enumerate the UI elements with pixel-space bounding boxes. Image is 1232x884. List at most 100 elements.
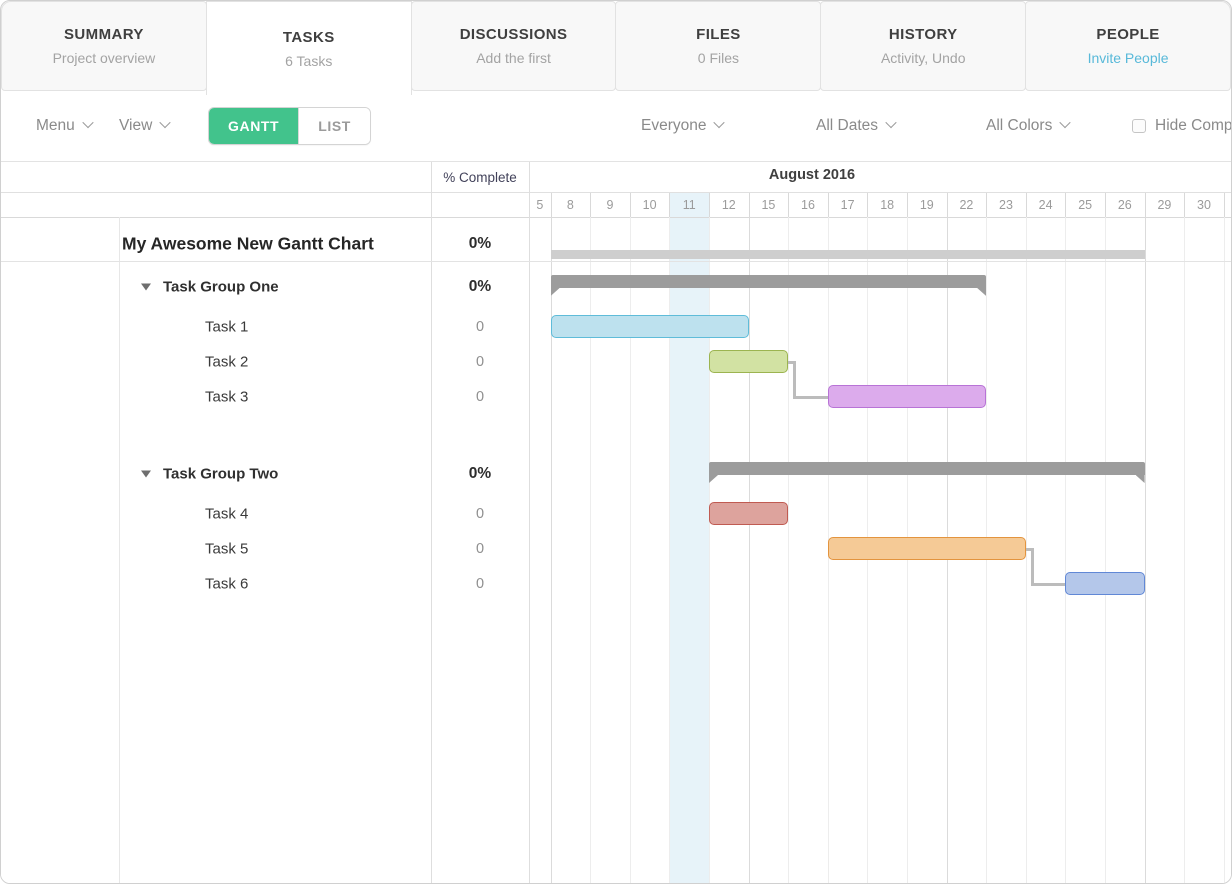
group-summary-bar[interactable] <box>551 275 987 288</box>
day-header-separator <box>1026 193 1027 217</box>
today-column-highlight <box>669 192 709 884</box>
tab-files[interactable]: FILES 0 Files <box>615 1 821 91</box>
day-header-11: 11 <box>669 193 709 217</box>
task-bar-task-3[interactable] <box>828 385 986 408</box>
day-header-separator <box>1224 193 1225 217</box>
tab-tasks[interactable]: TASKS 6 Tasks <box>206 1 412 95</box>
hide-completed-control: Hide Completed <box>1132 117 1232 135</box>
collapse-group-icon[interactable] <box>141 284 151 291</box>
task-label: Task 2 <box>205 354 248 371</box>
view-dropdown[interactable]: View <box>119 117 169 135</box>
tab-summary[interactable]: SUMMARY Project overview <box>1 1 207 91</box>
day-header-8: 8 <box>551 193 591 217</box>
tab-people[interactable]: PEOPLE Invite People <box>1025 1 1231 91</box>
view-mode-toggle: GANTT LIST <box>208 107 371 145</box>
percent-complete-header: % Complete <box>431 162 529 192</box>
day-gridline <box>1026 217 1027 884</box>
day-header-separator <box>1105 193 1106 217</box>
task-bar-task-1[interactable] <box>551 315 749 338</box>
group-label: Task Group Two <box>163 466 278 483</box>
toolbar: Menu View GANTT LIST Everyone All Dates … <box>1 91 1231 161</box>
group-bracket-right <box>977 288 986 296</box>
day-gridline <box>1105 217 1106 884</box>
day-gridline <box>788 217 789 884</box>
view-dropdown-label: View <box>119 117 152 135</box>
collapse-group-icon[interactable] <box>141 471 151 478</box>
weekend-gridline <box>749 217 750 884</box>
day-header-separator <box>986 193 987 217</box>
day-header-separator <box>907 193 908 217</box>
hide-completed-checkbox[interactable] <box>1132 119 1146 133</box>
tab-people-invite-link[interactable]: Invite People <box>1088 50 1169 66</box>
day-header-separator <box>590 193 591 217</box>
day-header-separator <box>1145 193 1146 217</box>
group-label: Task Group One <box>163 279 279 296</box>
dependency-connector-horizontal <box>793 396 828 399</box>
tab-people-label: PEOPLE <box>1096 26 1159 43</box>
group-percent: 0% <box>431 278 529 296</box>
day-header-separator <box>551 193 552 217</box>
task-bar-task-5[interactable] <box>828 537 1026 560</box>
people-filter-dropdown[interactable]: Everyone <box>641 117 723 135</box>
colors-filter-dropdown[interactable]: All Colors <box>986 117 1069 135</box>
chevron-down-icon <box>1060 117 1071 128</box>
project-window: SUMMARY Project overview TASKS 6 Tasks D… <box>0 0 1232 884</box>
list-view-button[interactable]: LIST <box>298 108 370 144</box>
task-label: Task 1 <box>205 319 248 336</box>
project-percent: 0% <box>431 235 529 253</box>
task-bar-task-2[interactable] <box>709 350 788 373</box>
gantt-grid: % Complete August 2016 58910111215161718… <box>1 161 1232 884</box>
day-gridline <box>1184 217 1185 884</box>
chevron-down-icon <box>714 117 725 128</box>
task-bar-task-6[interactable] <box>1065 572 1144 595</box>
day-header-19: 19 <box>907 193 947 217</box>
tab-tasks-label: TASKS <box>283 29 335 46</box>
project-row-divider <box>1 261 1232 262</box>
task-percent: 0 <box>431 354 529 370</box>
people-filter-label: Everyone <box>641 117 706 135</box>
day-header-16: 16 <box>788 193 828 217</box>
menu-dropdown[interactable]: Menu <box>36 117 92 135</box>
dates-filter-dropdown[interactable]: All Dates <box>816 117 895 135</box>
day-header-10: 10 <box>630 193 670 217</box>
task-percent: 0 <box>431 576 529 592</box>
day-header-separator <box>867 193 868 217</box>
task-label: Task 6 <box>205 576 248 593</box>
tab-discussions[interactable]: DISCUSSIONS Add the first <box>411 1 617 91</box>
chevron-down-icon <box>885 117 896 128</box>
task-bar-task-4[interactable] <box>709 502 788 525</box>
day-header-5: 5 <box>529 193 551 217</box>
day-header-18: 18 <box>867 193 907 217</box>
group-bracket-left <box>551 288 560 296</box>
day-header-30: 30 <box>1184 193 1224 217</box>
day-header-24: 24 <box>1026 193 1066 217</box>
tab-summary-sublabel: Project overview <box>53 50 156 66</box>
gutter-divider <box>119 217 120 884</box>
dates-filter-label: All Dates <box>816 117 878 135</box>
group-summary-bar[interactable] <box>709 462 1145 475</box>
dependency-connector-vertical <box>793 362 796 399</box>
colors-filter-label: All Colors <box>986 117 1052 135</box>
chevron-down-icon <box>82 117 93 128</box>
day-header-22: 22 <box>947 193 987 217</box>
tab-history[interactable]: HISTORY Activity, Undo <box>820 1 1026 91</box>
gantt-view-button[interactable]: GANTT <box>209 108 298 144</box>
group-bracket-right <box>1136 475 1145 483</box>
day-header-26: 26 <box>1105 193 1145 217</box>
tab-summary-label: SUMMARY <box>64 26 144 43</box>
tab-history-sublabel: Activity, Undo <box>881 50 966 66</box>
day-header-25: 25 <box>1065 193 1105 217</box>
day-header-separator <box>828 193 829 217</box>
group-percent: 0% <box>431 465 529 483</box>
month-header: August 2016 <box>769 167 855 183</box>
task-percent: 0 <box>431 389 529 405</box>
task-percent: 0 <box>431 319 529 335</box>
group-bracket-left <box>709 475 718 483</box>
day-header-separator <box>1184 193 1185 217</box>
weekend-gridline <box>1145 217 1146 884</box>
day-header-separator <box>1065 193 1066 217</box>
day-header-23: 23 <box>986 193 1026 217</box>
project-summary-bar[interactable] <box>551 250 1145 259</box>
menu-dropdown-label: Menu <box>36 117 75 135</box>
day-header-separator <box>669 193 670 217</box>
